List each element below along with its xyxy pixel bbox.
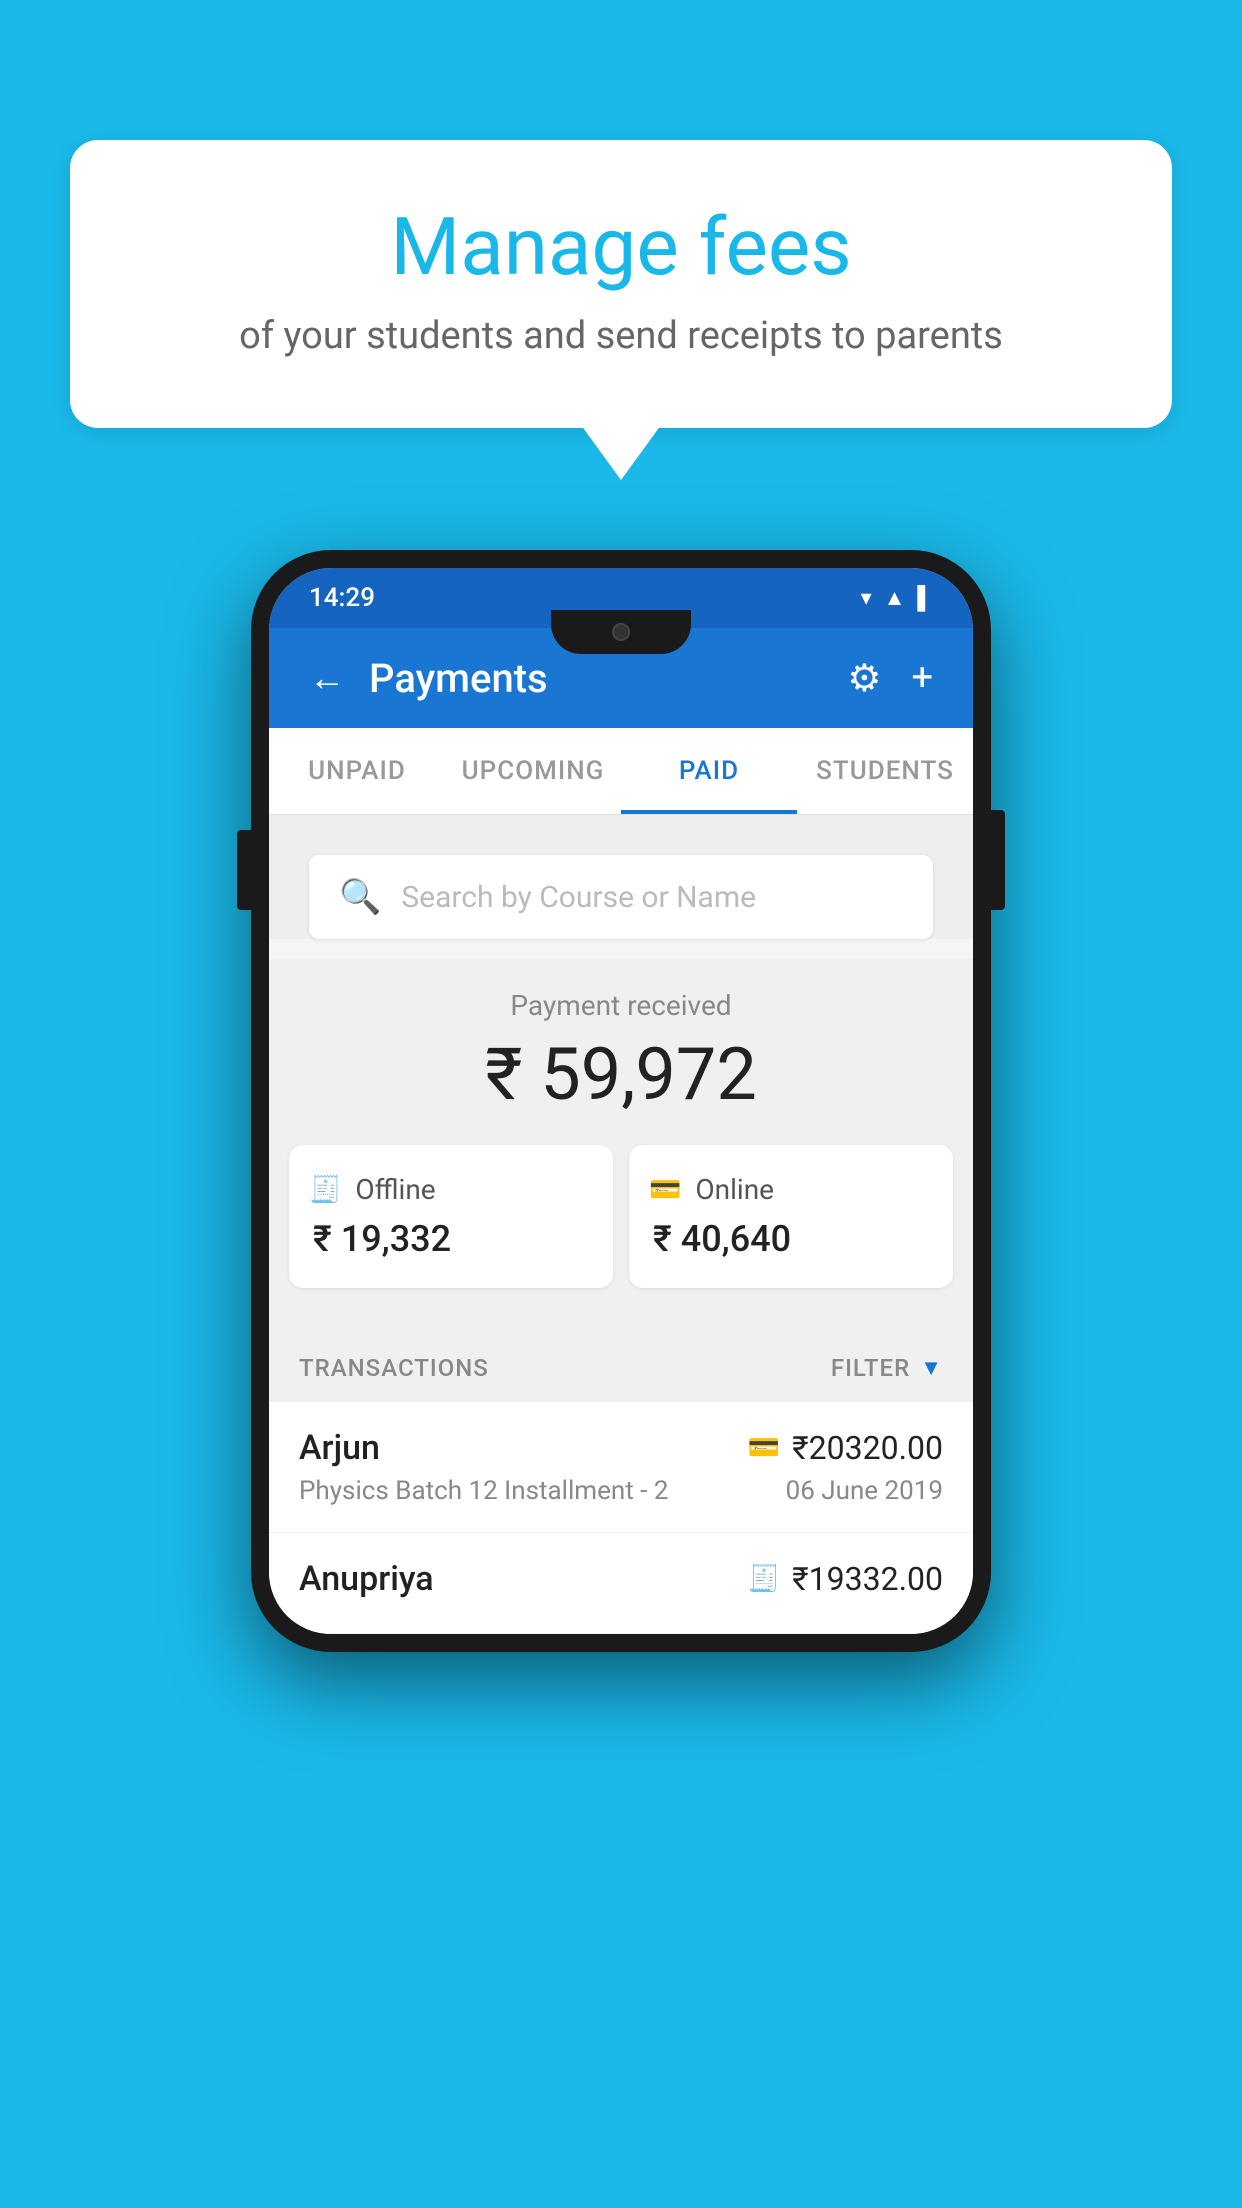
payment-received-label: Payment received bbox=[289, 989, 953, 1022]
filter-button[interactable]: FILTER ▼ bbox=[831, 1354, 943, 1382]
tab-unpaid[interactable]: UNPAID bbox=[269, 728, 445, 814]
tab-students[interactable]: STUDENTS bbox=[797, 728, 973, 814]
settings-icon[interactable]: ⚙ bbox=[847, 656, 881, 701]
transactions-label: TRANSACTIONS bbox=[299, 1354, 489, 1382]
wifi-icon: ▾ bbox=[861, 586, 872, 611]
header-right: ⚙ + bbox=[847, 656, 933, 701]
back-button[interactable]: ← bbox=[309, 657, 345, 699]
amount-block: 🧾 ₹19332.00 bbox=[748, 1560, 943, 1598]
online-label: Online bbox=[695, 1173, 774, 1206]
online-payment-card: 💳 Online ₹ 40,640 bbox=[629, 1145, 953, 1288]
speech-bubble-container: Manage fees of your students and send re… bbox=[70, 140, 1172, 428]
speech-bubble: Manage fees of your students and send re… bbox=[70, 140, 1172, 428]
search-bar[interactable]: 🔍 Search by Course or Name bbox=[309, 855, 933, 939]
student-name: Arjun bbox=[299, 1428, 380, 1468]
page-title: Payments bbox=[369, 655, 548, 702]
bubble-subtitle: of your students and send receipts to pa… bbox=[150, 314, 1092, 358]
student-name: Anupriya bbox=[299, 1559, 434, 1599]
tabs-container: UNPAID UPCOMING PAID STUDENTS bbox=[269, 728, 973, 815]
course-name: Physics Batch 12 Installment - 2 bbox=[299, 1476, 668, 1506]
offline-payment-card: 🧾 Offline ₹ 19,332 bbox=[289, 1145, 613, 1288]
table-row[interactable]: Arjun 💳 ₹20320.00 Physics Batch 12 Insta… bbox=[269, 1402, 973, 1533]
battery-icon: ▌ bbox=[917, 585, 933, 611]
bubble-title: Manage fees bbox=[150, 200, 1092, 294]
header-left: ← Payments bbox=[309, 655, 548, 702]
table-row[interactable]: Anupriya 🧾 ₹19332.00 bbox=[269, 1533, 973, 1634]
transaction-list: Arjun 💳 ₹20320.00 Physics Batch 12 Insta… bbox=[269, 1402, 973, 1634]
filter-icon: ▼ bbox=[920, 1355, 943, 1381]
payment-cards: 🧾 Offline ₹ 19,332 💳 Online ₹ 40,640 bbox=[289, 1145, 953, 1288]
transactions-header: TRANSACTIONS FILTER ▼ bbox=[269, 1328, 973, 1402]
search-icon: 🔍 bbox=[339, 877, 381, 917]
status-icons: ▾ ▲ ▌ bbox=[861, 585, 933, 611]
card-payment-icon: 💳 bbox=[748, 1433, 780, 1463]
payment-summary: Payment received ₹ 59,972 🧾 Offline ₹ 19… bbox=[269, 959, 973, 1328]
filter-label: FILTER bbox=[831, 1354, 910, 1382]
status-time: 14:29 bbox=[309, 583, 375, 613]
tab-upcoming[interactable]: UPCOMING bbox=[445, 728, 621, 814]
phone-mockup: 14:29 ▾ ▲ ▌ ← Payments ⚙ + bbox=[251, 550, 991, 1652]
payment-total-amount: ₹ 59,972 bbox=[289, 1032, 953, 1117]
camera-dot bbox=[612, 623, 630, 641]
transaction-date: 06 June 2019 bbox=[786, 1476, 943, 1506]
phone-frame: 14:29 ▾ ▲ ▌ ← Payments ⚙ + bbox=[251, 550, 991, 1652]
offline-icon: 🧾 bbox=[309, 1175, 341, 1205]
transaction-amount: ₹19332.00 bbox=[792, 1560, 943, 1598]
signal-icon: ▲ bbox=[884, 585, 906, 611]
transaction-amount: ₹20320.00 bbox=[792, 1429, 943, 1467]
tab-paid[interactable]: PAID bbox=[621, 728, 797, 814]
search-input[interactable]: Search by Course or Name bbox=[401, 880, 756, 915]
phone-notch bbox=[551, 610, 691, 654]
amount-block: 💳 ₹20320.00 bbox=[748, 1429, 943, 1467]
phone-screen: 14:29 ▾ ▲ ▌ ← Payments ⚙ + bbox=[269, 568, 973, 1634]
online-icon: 💳 bbox=[649, 1175, 681, 1205]
add-button[interactable]: + bbox=[911, 656, 933, 700]
offline-label: Offline bbox=[355, 1173, 435, 1206]
offline-amount: ₹ 19,332 bbox=[309, 1218, 451, 1260]
online-amount: ₹ 40,640 bbox=[649, 1218, 791, 1260]
cash-payment-icon: 🧾 bbox=[748, 1564, 780, 1594]
